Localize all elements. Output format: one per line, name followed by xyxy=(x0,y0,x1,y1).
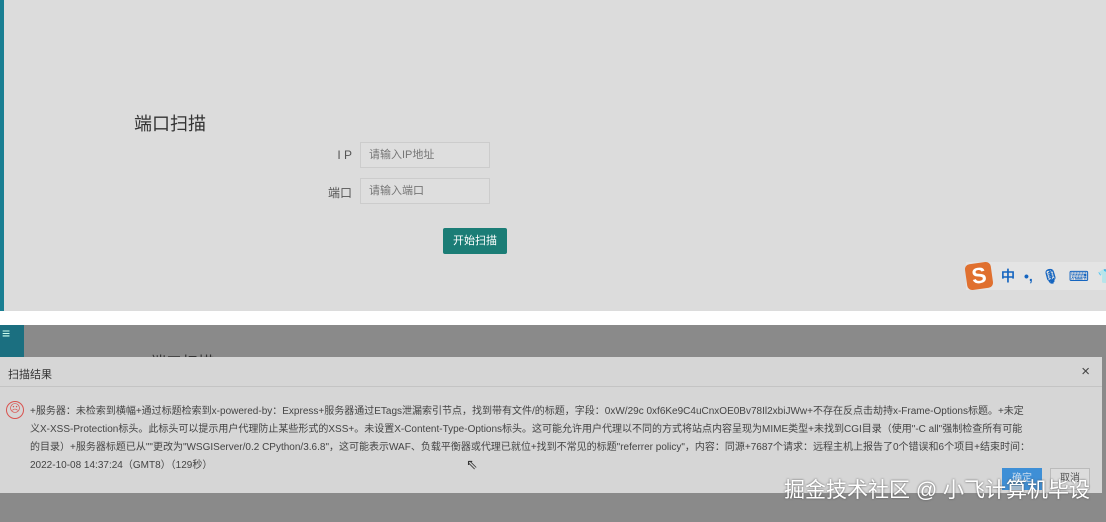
dialog-title: 扫描结果 xyxy=(0,357,1102,387)
start-scan-button[interactable]: 开始扫描 xyxy=(443,228,507,254)
page-title: 端口扫描 xyxy=(134,114,206,134)
sogou-logo-icon[interactable]: S xyxy=(964,261,994,291)
skin-icon[interactable]: 👕 xyxy=(1098,268,1106,285)
watermark: 掘金技术社区 @ 小飞计算机毕设 xyxy=(784,479,1090,502)
punctuation-icon[interactable]: •, xyxy=(1024,268,1033,284)
keyboard-icon[interactable]: ⌨ xyxy=(1069,268,1089,285)
port-scan-page: 端口扫描 I P 端口 开始扫描 S 中 •, 🎙 ⌨ 👕 xyxy=(0,0,1106,311)
menu-icon[interactable]: ≡ xyxy=(0,325,24,357)
ime-toolbar: S 中 •, 🎙 ⌨ 👕 xyxy=(964,261,1106,291)
port-label: 端口 xyxy=(327,186,352,200)
port-input[interactable] xyxy=(360,178,490,204)
dialog-message: +服务器：未检索到横幅+通过标题检索到x-powered-by：Express+… xyxy=(30,406,1030,471)
ip-label: I P xyxy=(337,148,352,162)
ip-input[interactable] xyxy=(360,142,490,168)
microphone-icon[interactable]: 🎙 xyxy=(1042,268,1060,285)
chinese-mode-icon[interactable]: 中 xyxy=(1001,266,1015,286)
sad-face-icon: ☹ xyxy=(6,401,24,419)
scan-result-dialog: 扫描结果 × ☹ +服务器：未检索到横幅+通过标题检索到x-powered-by… xyxy=(0,357,1102,493)
close-icon[interactable]: × xyxy=(1081,363,1090,380)
mouse-cursor-icon: ⇖ xyxy=(466,456,478,472)
sidebar-edge xyxy=(0,0,4,311)
